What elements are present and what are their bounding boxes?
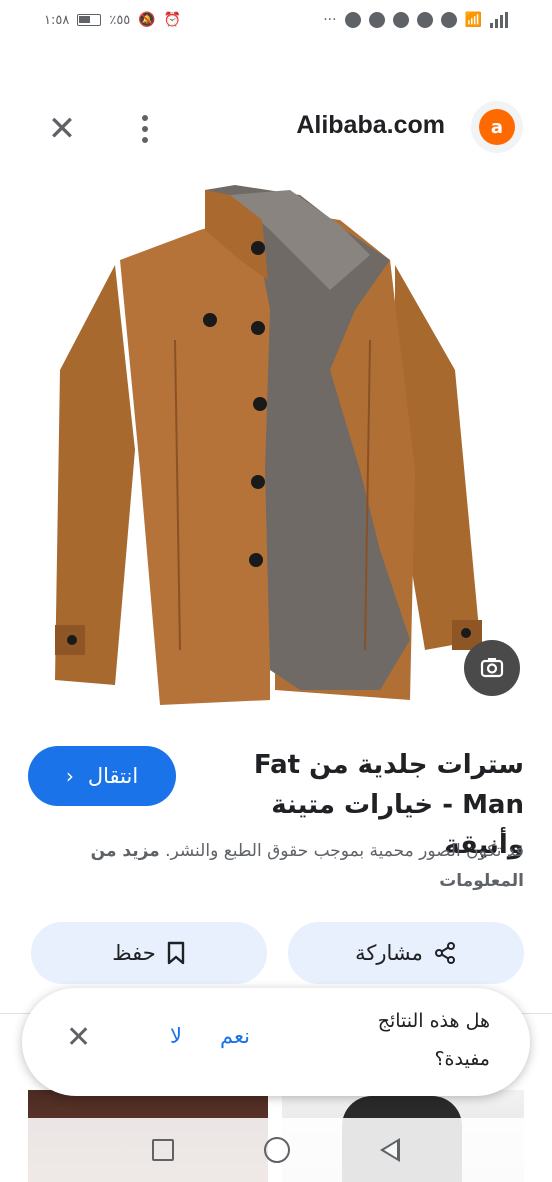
recents-icon[interactable] xyxy=(152,1139,174,1161)
feedback-no-button[interactable]: لا xyxy=(170,1024,182,1048)
instagram-icon xyxy=(440,12,457,28)
share-label: مشاركة xyxy=(355,941,423,965)
status-bar: ١:٥٨ ٪٥٥ 🔕 ⏰ ··· 📶 xyxy=(0,0,552,40)
save-button[interactable]: حفظ xyxy=(31,922,267,984)
save-label: حفظ xyxy=(112,941,156,965)
close-icon[interactable]: ✕ xyxy=(66,1020,91,1055)
overflow-dots-icon: ··· xyxy=(323,12,337,28)
feedback-yes-button[interactable]: نعم xyxy=(220,1024,250,1048)
messenger-icon xyxy=(368,12,385,28)
viewer-header: ✕ Alibaba.com a xyxy=(0,95,552,159)
whatsapp-icon xyxy=(392,12,409,28)
lens-search-icon[interactable] xyxy=(464,640,520,696)
alibaba-logo-icon: a xyxy=(479,109,515,145)
battery-percent: ٪٥٥ xyxy=(109,12,131,28)
system-nav-bar xyxy=(0,1118,552,1182)
status-time: ١:٥٨ xyxy=(44,12,70,28)
chevron-left-icon: ‹ xyxy=(65,764,74,788)
visit-label: انتقال xyxy=(87,764,139,788)
status-left: ١:٥٨ ٪٥٥ 🔕 ⏰ xyxy=(44,12,181,28)
camera-icon xyxy=(480,658,504,678)
bookmark-icon xyxy=(167,941,184,965)
feedback-question: هل هذه النتائج مفيدة؟ xyxy=(377,1010,490,1070)
mute-icon: 🔕 xyxy=(138,12,156,28)
leather-jacket-image xyxy=(55,185,482,705)
messenger-icon xyxy=(416,12,433,28)
messenger-icon xyxy=(344,12,361,28)
back-icon[interactable] xyxy=(380,1138,400,1162)
home-icon[interactable] xyxy=(264,1137,290,1163)
battery-icon xyxy=(77,14,102,26)
copyright-notice: قد تكون الصور محمية بموجب حقوق الطبع وال… xyxy=(24,836,524,896)
copyright-text: قد تكون الصور محمية بموجب حقوق الطبع وال… xyxy=(165,841,524,861)
site-name[interactable]: Alibaba.com xyxy=(296,111,445,140)
status-right: ··· 📶 xyxy=(323,12,508,28)
alarm-icon: ⏰ xyxy=(163,12,182,28)
wifi-icon: 📶 xyxy=(464,12,482,28)
site-logo[interactable]: a xyxy=(471,101,523,153)
product-image[interactable] xyxy=(0,170,552,715)
feedback-card: هل هذه النتائج مفيدة؟ نعم لا ✕ xyxy=(22,988,530,1096)
signal-icon xyxy=(490,12,508,28)
close-icon[interactable]: ✕ xyxy=(40,109,84,153)
visit-button[interactable]: انتقال ‹ xyxy=(28,746,176,806)
more-vert-icon[interactable] xyxy=(128,107,162,151)
share-icon xyxy=(434,942,455,964)
share-button[interactable]: مشاركة xyxy=(288,922,524,984)
